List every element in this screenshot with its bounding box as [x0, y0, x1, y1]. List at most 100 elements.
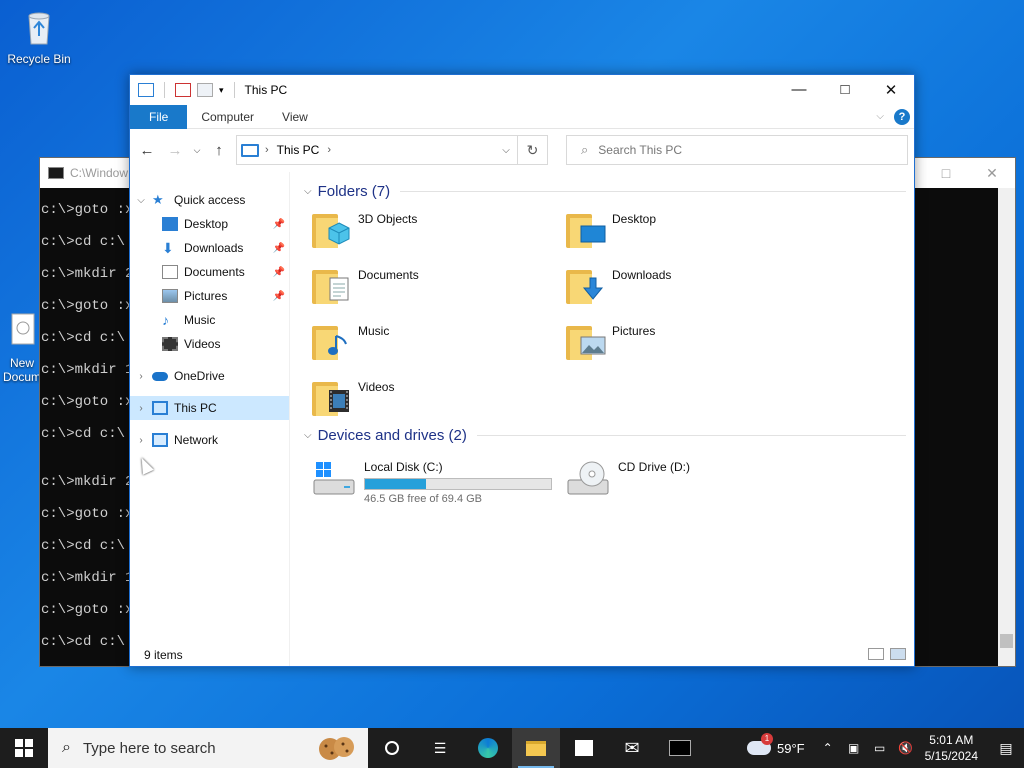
- chevron-up-icon[interactable]: ⌃: [817, 741, 839, 755]
- drive-tile-local-disk[interactable]: Local Disk (C:) 46.5 GB free of 69.4 GB: [312, 454, 566, 505]
- pin-icon: 📌: [272, 266, 285, 278]
- recent-locations-icon[interactable]: ⌵: [192, 145, 202, 156]
- tab-computer[interactable]: Computer: [187, 105, 268, 129]
- console-close-button[interactable]: ✕: [969, 165, 1015, 182]
- help-icon[interactable]: ?: [894, 108, 910, 125]
- nav-item-documents[interactable]: Documents 📌: [130, 260, 289, 284]
- console-maximize-button[interactable]: □: [923, 165, 969, 182]
- folder-icon: [526, 740, 546, 756]
- task-view-button[interactable]: [368, 728, 416, 768]
- expand-ribbon-icon[interactable]: ⌵: [876, 111, 884, 122]
- store-button[interactable]: [560, 728, 608, 768]
- nav-item-desktop[interactable]: Desktop 📌: [130, 212, 289, 236]
- documents-icon: [162, 265, 178, 279]
- breadcrumb-this-pc[interactable]: This PC: [277, 143, 320, 157]
- content-pane[interactable]: ⌵ Folders (7) 3D Objects Desktop Documen…: [290, 172, 914, 666]
- collapse-chevron-icon[interactable]: ⌵: [304, 186, 312, 197]
- expand-chevron-icon[interactable]: ›: [130, 371, 152, 382]
- desktop-icon-recycle-bin[interactable]: Recycle Bin: [3, 8, 75, 66]
- nav-item-downloads[interactable]: ⬇ Downloads 📌: [130, 236, 289, 260]
- nav-item-quick-access[interactable]: ⌵ ★ Quick access: [130, 188, 289, 212]
- properties-icon[interactable]: [175, 83, 191, 97]
- notification-center-icon[interactable]: ▤: [988, 740, 1024, 757]
- weather-badge: 1: [761, 733, 773, 745]
- edge-button[interactable]: [464, 728, 512, 768]
- folder-tile-videos[interactable]: Videos: [312, 370, 566, 426]
- file-explorer-button[interactable]: [512, 728, 560, 768]
- volume-muted-icon[interactable]: 🔇: [895, 741, 917, 755]
- folder-tile-pictures[interactable]: Pictures: [566, 314, 820, 370]
- nav-item-videos[interactable]: Videos: [130, 332, 289, 356]
- documents-folder-icon: [312, 262, 352, 306]
- folders-group-header[interactable]: ⌵ Folders (7): [304, 180, 906, 202]
- search-input[interactable]: ⌕ Search This PC: [566, 135, 908, 165]
- tab-file[interactable]: File: [130, 104, 188, 129]
- details-view-icon[interactable]: [868, 648, 884, 660]
- collapse-chevron-icon[interactable]: ⌵: [130, 195, 152, 206]
- clock-date: 5/15/2024: [924, 749, 978, 763]
- meet-now-icon[interactable]: ▣: [843, 741, 865, 755]
- clock[interactable]: 5:01 AM 5/15/2024: [925, 732, 978, 764]
- devices-group-header[interactable]: ⌵ Devices and drives (2): [304, 424, 906, 446]
- search-placeholder: Search This PC: [598, 143, 683, 157]
- recycle-bin-icon: [19, 8, 59, 48]
- this-pc-icon: [152, 401, 168, 415]
- forward-arrow-icon[interactable]: →: [164, 142, 186, 159]
- nav-label: Quick access: [174, 193, 246, 207]
- expand-chevron-icon[interactable]: ›: [130, 435, 152, 446]
- nav-item-music[interactable]: ♪ Music: [130, 308, 289, 332]
- breadcrumb-chevron-icon[interactable]: ›: [327, 144, 331, 156]
- nav-item-onedrive[interactable]: › OneDrive: [130, 364, 289, 388]
- new-folder-icon[interactable]: [197, 83, 213, 97]
- folders-heading: Folders (7): [317, 182, 391, 200]
- command-prompt-button[interactable]: [656, 728, 704, 768]
- console-scroll-thumb[interactable]: [1000, 634, 1013, 648]
- pin-icon: 📌: [272, 218, 285, 230]
- nav-label: Videos: [184, 337, 221, 351]
- folder-tile-documents[interactable]: Documents: [312, 258, 566, 314]
- nav-label: Desktop: [184, 217, 229, 231]
- task-view-icon-button[interactable]: ☰: [416, 728, 464, 768]
- star-icon: ★: [152, 192, 164, 207]
- folder-tile-desktop[interactable]: Desktop: [566, 202, 820, 258]
- address-dropdown-icon[interactable]: ⌵: [495, 145, 517, 156]
- console-scrollbar[interactable]: [998, 188, 1015, 666]
- nav-label: Network: [174, 433, 219, 447]
- nav-label: Documents: [184, 265, 245, 279]
- customize-toolbar-icon[interactable]: ▾: [219, 85, 224, 96]
- refresh-icon[interactable]: ↻: [517, 136, 547, 164]
- folder-tile-downloads[interactable]: Downloads: [566, 258, 820, 314]
- drive-tile-cd-drive[interactable]: CD Drive (D:): [566, 454, 820, 505]
- start-button[interactable]: [0, 728, 48, 768]
- window-title: This PC: [244, 83, 288, 97]
- cookies-icon: [319, 737, 354, 760]
- explorer-titlebar[interactable]: ▾ This PC — □ ✕: [130, 75, 914, 105]
- nav-item-this-pc[interactable]: › This PC: [130, 396, 289, 420]
- up-arrow-icon[interactable]: ↑: [208, 142, 230, 159]
- explorer-window[interactable]: ▾ This PC — □ ✕ File Computer View ⌵ ? ←…: [129, 74, 915, 667]
- nav-item-pictures[interactable]: Pictures 📌: [130, 284, 289, 308]
- breadcrumb-chevron-icon[interactable]: ›: [265, 144, 269, 156]
- collapse-chevron-icon[interactable]: ⌵: [304, 430, 312, 441]
- back-arrow-icon[interactable]: ←: [136, 142, 158, 159]
- weather-widget[interactable]: 1 59°F: [747, 733, 805, 756]
- folder-label: Pictures: [612, 324, 656, 338]
- maximize-button[interactable]: □: [822, 81, 868, 99]
- weather-temp: 59°F: [777, 740, 805, 756]
- nav-item-network[interactable]: › Network: [130, 428, 289, 452]
- address-bar[interactable]: › This PC › ⌵ ↻: [236, 135, 548, 165]
- tab-view[interactable]: View: [268, 105, 322, 129]
- large-icons-view-icon[interactable]: [890, 648, 906, 660]
- network-icon[interactable]: ▭: [869, 741, 891, 755]
- cortana-circle-icon: [385, 741, 399, 755]
- taskbar-search-box[interactable]: ⌕ Type here to search: [48, 728, 368, 768]
- folder-tile-music[interactable]: Music: [312, 314, 566, 370]
- minimize-button[interactable]: —: [776, 81, 822, 99]
- expand-chevron-icon[interactable]: ›: [130, 403, 152, 414]
- close-button[interactable]: ✕: [868, 81, 914, 99]
- folder-tile-3d-objects[interactable]: 3D Objects: [312, 202, 566, 258]
- mail-button[interactable]: ✉: [608, 728, 656, 768]
- search-icon: ⌕: [62, 739, 71, 756]
- navigation-pane: ⌵ ★ Quick access Desktop 📌 ⬇ Downloads 📌…: [130, 172, 290, 666]
- nav-label: OneDrive: [174, 369, 225, 383]
